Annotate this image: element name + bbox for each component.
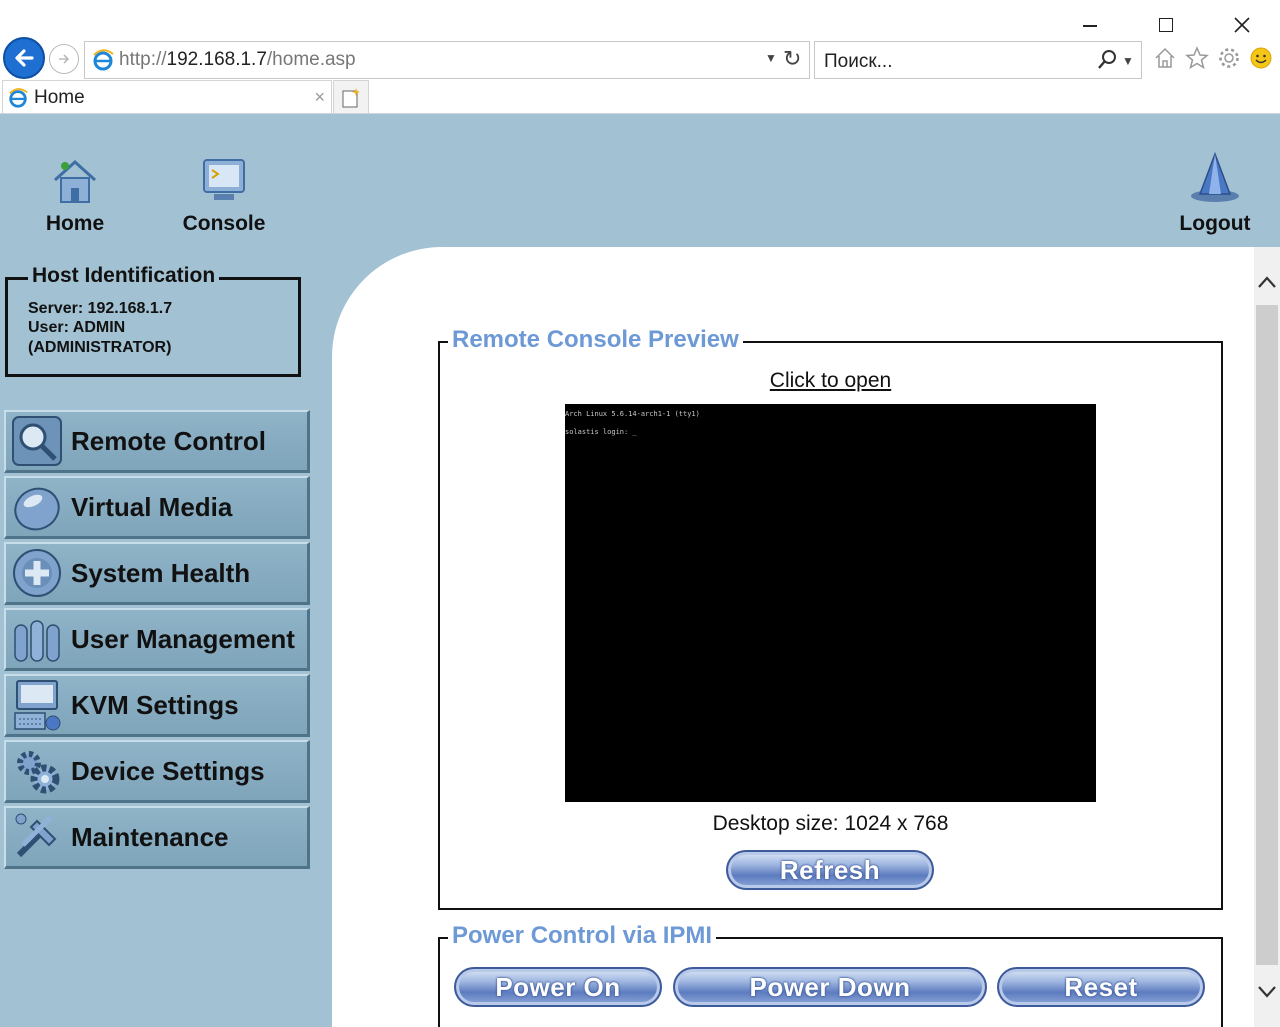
kvm-icon [10, 678, 64, 732]
back-button[interactable] [3, 37, 45, 79]
nav-console[interactable]: Console [172, 156, 276, 236]
menu-device-settings[interactable]: Device Settings [4, 740, 310, 803]
refresh-icon[interactable]: ↻ [783, 46, 801, 72]
host-server: Server: 192.168.1.7 [28, 300, 173, 317]
address-dropdown-icon[interactable]: ▼ [765, 51, 777, 65]
console-text-line: solastis login: _ [565, 428, 637, 436]
forward-button[interactable] [49, 44, 79, 74]
remote-console-preview-box: Remote Console Preview Click to open Arc… [438, 326, 1223, 910]
window-minimize-button[interactable] [1075, 12, 1105, 38]
health-cross-icon [10, 546, 64, 600]
toolbar-icons [1152, 44, 1274, 72]
window-maximize-button[interactable] [1151, 12, 1181, 38]
nav-console-label: Console [182, 212, 266, 235]
browser-chrome: http://192.168.1.7/home.asp ▼ ↻ Поиск...… [0, 0, 1280, 116]
menu-maintenance[interactable]: Maintenance [4, 806, 310, 869]
nav-home-label: Home [45, 212, 105, 235]
reset-button[interactable]: Reset [997, 967, 1205, 1007]
nav-logout-label: Logout [1179, 212, 1251, 235]
main-content: Remote Console Preview Click to open Arc… [332, 247, 1254, 1027]
menu-user-management[interactable]: User Management [4, 608, 310, 671]
new-tab-icon [342, 87, 360, 107]
ie-logo-icon [93, 49, 114, 71]
host-role: (ADMINISTRATOR) [28, 339, 172, 356]
bmc-web-page: Home Console Logout Host Identification … [0, 114, 1280, 1027]
new-tab-button[interactable] [333, 80, 369, 114]
magnifier-icon [10, 414, 64, 468]
console-text-line: Arch Linux 5.6.14-arch1-1 (tty1) [565, 410, 700, 418]
menu-label: Device Settings [71, 755, 265, 786]
favorites-star-icon[interactable] [1184, 44, 1210, 72]
console-preview-screen[interactable]: Arch Linux 5.6.14-arch1-1 (tty1) solasti… [565, 404, 1096, 802]
smiley-feedback-icon[interactable] [1248, 44, 1274, 72]
tab-close-icon[interactable]: × [314, 87, 325, 108]
logout-cone-icon [1191, 151, 1239, 202]
tab-title: Home [34, 86, 85, 108]
scrollbar-thumb[interactable] [1256, 305, 1278, 965]
host-user: User: ADMIN [28, 319, 126, 336]
click-to-open-link[interactable]: Click to open [440, 369, 1221, 393]
users-icon [10, 612, 64, 666]
nav-home[interactable]: Home [35, 156, 115, 236]
menu-label: User Management [71, 623, 295, 654]
power-on-button[interactable]: Power On [454, 967, 662, 1007]
menu-label: Virtual Media [71, 491, 233, 522]
search-dropdown-icon[interactable]: ▼ [1122, 54, 1134, 68]
menu-label: Remote Control [71, 425, 266, 456]
arrow-left-icon [15, 49, 34, 67]
search-input[interactable]: Поиск... ▼ [814, 41, 1142, 79]
window-close-button[interactable] [1227, 12, 1257, 38]
host-identification-box: Host Identification Server: 192.168.1.7 … [5, 264, 301, 377]
host-identification-title: Host Identification [28, 264, 220, 288]
nav-logout[interactable]: Logout [1168, 151, 1262, 236]
maximize-icon [1159, 18, 1173, 32]
arrow-right-icon [59, 54, 70, 64]
gears-icon [10, 744, 64, 798]
desktop-size-text: Desktop size: 1024 x 768 [712, 812, 949, 835]
tab-home[interactable]: Home × [2, 80, 332, 114]
address-url: http://192.168.1.7/home.asp [119, 49, 356, 70]
refresh-button[interactable]: Refresh [726, 850, 934, 890]
home-house-icon [53, 159, 97, 203]
menu-label: System Health [71, 557, 251, 588]
console-monitor-icon [203, 159, 245, 200]
vertical-scrollbar[interactable] [1254, 247, 1280, 1027]
close-icon [1234, 17, 1250, 33]
remote-console-legend: Remote Console Preview [448, 326, 743, 354]
search-icon[interactable] [1096, 48, 1118, 72]
ie-logo-icon [9, 87, 28, 108]
tools-icon [10, 810, 64, 864]
home-icon[interactable] [1152, 44, 1178, 72]
settings-gear-icon[interactable] [1216, 44, 1242, 72]
disk-icon [10, 480, 64, 534]
scroll-down-icon[interactable] [1254, 977, 1280, 1007]
address-bar[interactable]: http://192.168.1.7/home.asp ▼ ↻ [84, 41, 810, 79]
menu-label: Maintenance [71, 821, 229, 852]
menu-kvm-settings[interactable]: KVM Settings [4, 674, 310, 737]
scroll-up-icon[interactable] [1254, 267, 1280, 297]
power-control-box: Power Control via IPMI Power On Power Do… [438, 922, 1223, 1027]
menu-remote-control[interactable]: Remote Control [4, 410, 310, 473]
search-placeholder: Поиск... [824, 51, 893, 72]
menu-label: KVM Settings [71, 689, 239, 720]
menu-virtual-media[interactable]: Virtual Media [4, 476, 310, 539]
power-down-button[interactable]: Power Down [673, 967, 987, 1007]
power-control-legend: Power Control via IPMI [448, 922, 717, 950]
menu-system-health[interactable]: System Health [4, 542, 310, 605]
minimize-icon [1083, 25, 1097, 27]
